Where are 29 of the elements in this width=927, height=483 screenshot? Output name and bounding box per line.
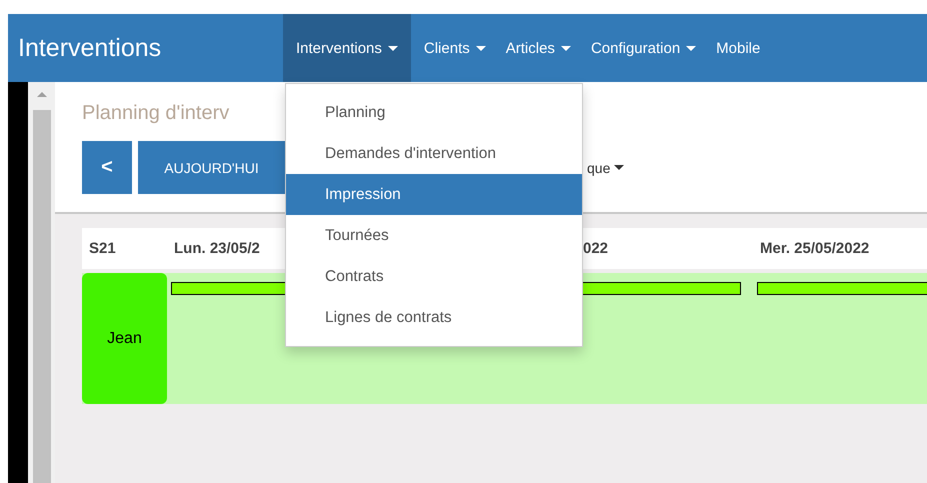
caret-icon [686,46,696,50]
scrollbar[interactable] [28,82,55,483]
scroll-up-icon[interactable] [36,92,46,97]
nav-item[interactable]: Clients [410,14,493,82]
caret-icon [560,46,571,50]
previous-button[interactable]: < [82,141,132,194]
today-button[interactable]: AUJOURD'HUI [138,141,285,194]
menu-item[interactable]: Tournées [286,215,582,256]
page-title: Planning d'interv [82,102,230,125]
week-number: S21 [89,240,116,256]
brand-title[interactable]: Interventions [8,14,283,82]
caret-icon [476,46,486,50]
nav-item[interactable]: Interventions [283,14,411,82]
day-header: 022 [583,240,608,256]
day-header: Mer. 25/05/2022 [760,240,870,256]
menu-item[interactable]: Demandes d'intervention [286,133,582,174]
view-menu[interactable]: que [587,141,624,194]
nav-item[interactable]: Mobile [703,14,768,82]
menu-item[interactable]: Contrats [286,256,582,297]
menu-item[interactable]: Planning [286,92,582,133]
nav-item[interactable]: Articles [492,14,578,82]
menu-item[interactable]: Impression [286,174,582,215]
caret-icon [614,165,624,170]
caret-icon [388,46,398,50]
day-header: Lun. 23/05/2 [174,240,260,256]
nav-item[interactable]: Configuration [578,14,704,82]
scrollbar-thumb[interactable] [32,110,50,483]
resource-label: Jean [82,273,167,404]
menu-item[interactable]: Lignes de contrats [286,297,582,338]
